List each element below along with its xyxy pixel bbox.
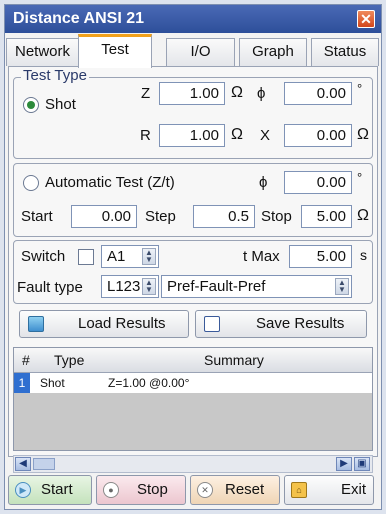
scroll-left-icon[interactable]: ◀ <box>15 457 31 471</box>
test-panel: Test Type Shot Z 1.00 Ω ϕ 0.00 ° R 1.00 … <box>8 66 378 473</box>
r-label: R <box>140 127 151 144</box>
folder-icon <box>28 316 44 332</box>
z-unit: Ω <box>231 84 243 101</box>
tab-graph[interactable]: Graph <box>239 38 307 66</box>
table-header: # Type Summary <box>14 348 372 373</box>
close-icon[interactable]: ✕ <box>357 10 375 28</box>
load-results-label: Load Results <box>78 315 166 332</box>
load-results-button[interactable]: Load Results <box>19 310 189 338</box>
start-button-label: Start <box>41 481 73 498</box>
column-index: # <box>22 352 30 368</box>
spin-icon[interactable]: ▲ ▼ <box>142 278 156 295</box>
tab-network[interactable]: Network <box>6 38 79 66</box>
reset-button[interactable]: ✕ Reset <box>190 475 280 505</box>
tmax-field[interactable]: 5.00 <box>289 245 352 268</box>
save-icon <box>204 316 220 332</box>
test-type-label: Test Type <box>21 67 89 84</box>
stop-value-label: Stop <box>261 208 292 225</box>
title-bar[interactable]: Distance ANSI 21 ✕ <box>5 5 381 33</box>
stop-unit: Ω <box>357 207 369 224</box>
auto-phi-unit: ° <box>357 170 363 185</box>
save-results-button[interactable]: Save Results <box>195 310 367 338</box>
column-type: Type <box>54 352 85 368</box>
footer-bar: ▶ Start ● Stop ✕ Reset ⌂ Exit <box>8 475 378 507</box>
fault-type-label: Fault type <box>17 279 83 296</box>
phi-field[interactable]: 0.00 <box>284 82 352 105</box>
step-field[interactable]: 0.5 <box>193 205 255 228</box>
spin-icon[interactable]: ▲ ▼ <box>335 278 349 295</box>
shot-label: Shot <box>45 96 76 113</box>
tab-status[interactable]: Status <box>311 38 379 66</box>
home-icon: ⌂ <box>291 482 307 498</box>
switch-label: Switch <box>21 248 66 265</box>
step-label: Step <box>145 208 176 225</box>
switch-checkbox[interactable] <box>78 249 94 265</box>
x-unit: Ω <box>357 126 369 143</box>
scroll-thumb[interactable] <box>33 458 55 470</box>
column-summary: Summary <box>204 352 264 368</box>
scroll-right-icon[interactable]: ▶ <box>336 457 352 471</box>
save-results-label: Save Results <box>256 315 345 332</box>
z-label: Z <box>141 85 151 102</box>
start-label: Start <box>21 208 53 225</box>
automatic-test-radio[interactable] <box>23 175 39 191</box>
exit-button[interactable]: ⌂ Exit <box>284 475 374 505</box>
shot-radio[interactable] <box>23 97 39 113</box>
phi-unit: ° <box>357 81 363 96</box>
row-index: 1 <box>14 373 30 393</box>
reset-button-label: Reset <box>225 481 265 498</box>
row-summary: Z=1.00 @0.00° <box>108 376 190 390</box>
window-title: Distance ANSI 21 <box>13 10 145 27</box>
stop-button-label: Stop <box>137 481 168 498</box>
distance-ansi21-window: Distance ANSI 21 ✕ Network Test I/O Grap… <box>4 4 382 510</box>
stop-button[interactable]: ● Stop <box>96 475 186 505</box>
horizontal-scrollbar[interactable]: ◀ ▶ ▣ <box>13 455 373 473</box>
start-button[interactable]: ▶ Start <box>8 475 92 505</box>
fault-type-value: L123 <box>107 278 141 295</box>
z-field[interactable]: 1.00 <box>159 82 225 105</box>
start-field[interactable]: 0.00 <box>71 205 137 228</box>
x-label: X <box>260 127 271 144</box>
phi-label: ϕ <box>257 85 266 102</box>
auto-phi-field[interactable]: 0.00 <box>284 171 352 194</box>
play-icon: ▶ <box>15 482 31 498</box>
stop-icon: ● <box>103 482 119 498</box>
tab-test[interactable]: Test <box>78 34 152 68</box>
results-table[interactable]: # Type Summary 1 Shot Z=1.00 @0.00° <box>13 347 373 451</box>
grid-toggle-icon[interactable]: ▣ <box>354 457 370 471</box>
exit-button-label: Exit <box>341 481 367 498</box>
stop-field[interactable]: 5.00 <box>301 205 352 228</box>
x-field[interactable]: 0.00 <box>284 124 352 147</box>
spin-icon[interactable]: ▲ ▼ <box>142 248 156 265</box>
r-field[interactable]: 1.00 <box>159 124 225 147</box>
fault-sequence-select[interactable]: Pref-Fault-Pref ▲ ▼ <box>161 275 352 298</box>
reset-icon: ✕ <box>197 482 213 498</box>
r-unit: Ω <box>231 126 243 143</box>
tab-io[interactable]: I/O <box>166 38 235 66</box>
table-row[interactable]: 1 Shot Z=1.00 @0.00° <box>14 373 372 393</box>
fault-sequence-value: Pref-Fault-Pref <box>167 278 266 295</box>
fault-type-select[interactable]: L123 ▲ ▼ <box>101 275 159 298</box>
tmax-label: t Max <box>243 248 280 265</box>
tmax-unit: s <box>360 247 367 263</box>
automatic-test-label: Automatic Test (Z/t) <box>45 174 175 191</box>
switch-channel-value: A1 <box>107 248 126 265</box>
row-type: Shot <box>40 376 65 390</box>
auto-phi-label: ϕ <box>259 174 268 191</box>
switch-channel-select[interactable]: A1 ▲ ▼ <box>101 245 159 268</box>
